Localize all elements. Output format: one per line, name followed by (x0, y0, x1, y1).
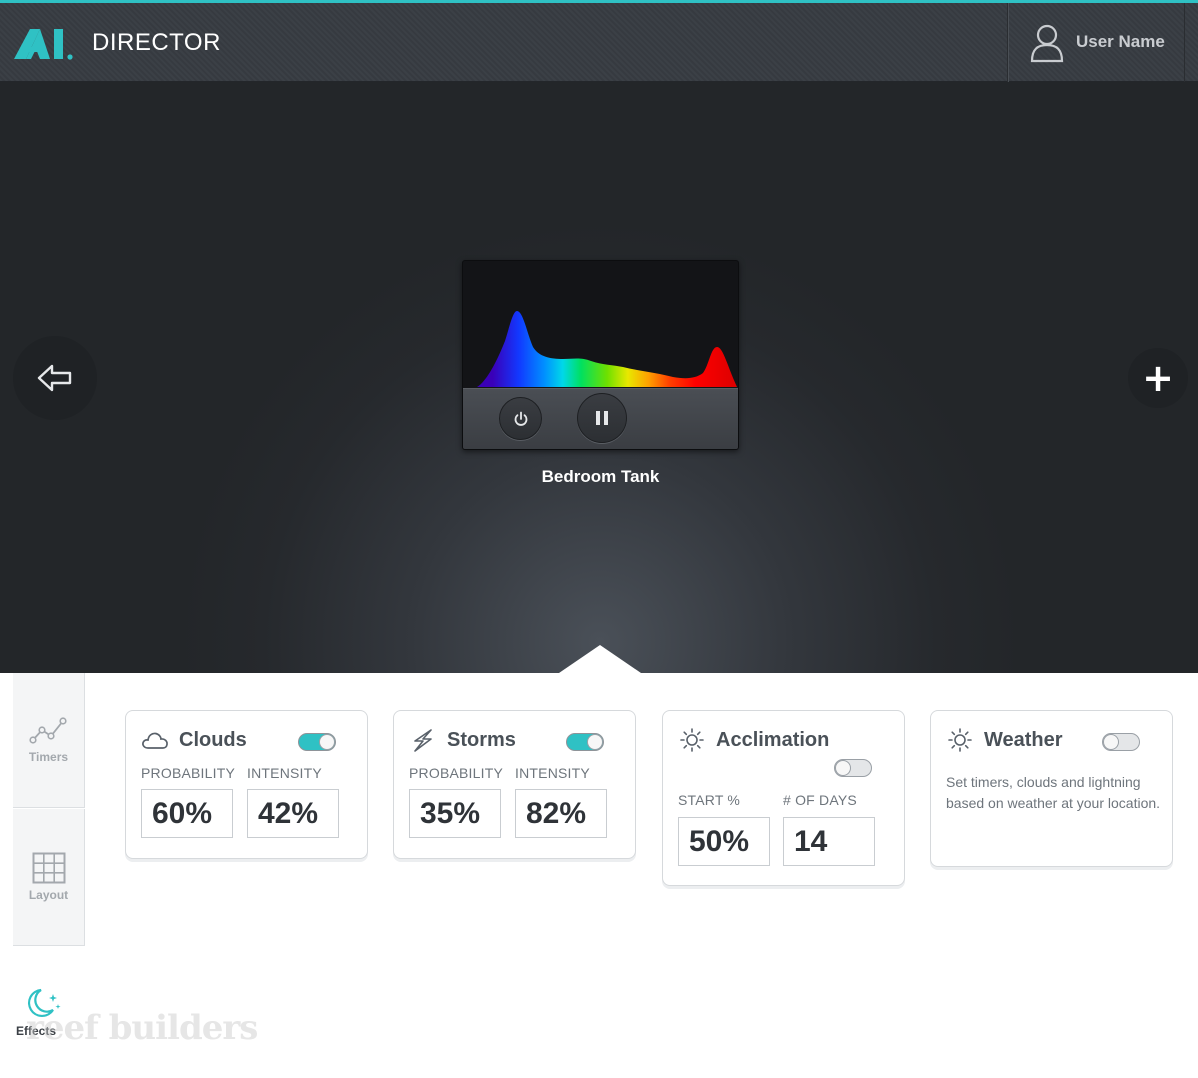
weather-description: Set timers, clouds and lightning based o… (946, 774, 1161, 811)
toggle-knob (319, 734, 335, 750)
toggle-knob (1103, 734, 1119, 750)
device-card[interactable] (462, 260, 739, 450)
previous-device-button[interactable] (13, 336, 97, 420)
probability-value[interactable]: 60% (141, 789, 233, 838)
plus-icon: + (1142, 356, 1174, 400)
chart-line-icon (28, 717, 67, 744)
card-title: Storms (447, 729, 516, 751)
user-icon (1030, 24, 1064, 63)
tab-layout[interactable]: Layout (13, 809, 85, 945)
app-header: DIRECTOR User Name (0, 0, 1198, 82)
start-percent-value[interactable]: 50% (678, 817, 770, 866)
device-name: Bedroom Tank (541, 467, 660, 486)
weather-toggle[interactable] (1102, 733, 1140, 751)
user-menu[interactable]: User Name (1007, 3, 1185, 82)
intensity-label: INTENSITY (247, 765, 322, 781)
probability-label: PROBABILITY (141, 765, 236, 781)
toggle-knob (587, 734, 603, 750)
device-stage: + Bedroom Tank (0, 82, 1198, 673)
days-value[interactable]: 14 (783, 817, 875, 866)
card-title: Clouds (179, 729, 247, 751)
device-controls (463, 388, 738, 449)
watermark: reef builders (26, 1008, 258, 1048)
panel-pointer (559, 645, 641, 673)
clouds-toggle[interactable] (298, 733, 336, 751)
days-label: # OF DAYS (783, 792, 857, 808)
weather-card: Weather Set timers, clouds and lightning… (930, 710, 1173, 867)
grid-icon (32, 852, 65, 884)
acclimation-card: Acclimation START % # OF DAYS 50% 14 (662, 710, 905, 886)
intensity-value[interactable]: 82% (515, 789, 607, 838)
start-percent-label: START % (678, 792, 741, 808)
power-icon (514, 411, 527, 426)
ai-logo-icon[interactable] (12, 23, 76, 63)
probability-value[interactable]: 35% (409, 789, 501, 838)
storms-card: Storms PROBABILITY INTENSITY 35% 82% (393, 710, 636, 859)
cloud-icon (142, 732, 168, 749)
acclimation-toggle[interactable] (834, 759, 872, 777)
sun-icon (680, 728, 704, 752)
sun-icon (948, 728, 972, 752)
toggle-knob (835, 760, 851, 776)
arrow-left-icon (37, 364, 72, 392)
probability-label: PROBABILITY (409, 765, 504, 781)
intensity-label: INTENSITY (515, 765, 590, 781)
spectrum-graph (477, 311, 737, 387)
card-title: Weather (984, 729, 1063, 751)
pause-icon (596, 411, 608, 425)
intensity-value[interactable]: 42% (247, 789, 339, 838)
tab-timers[interactable]: Timers (13, 673, 85, 808)
card-title: Acclimation (716, 729, 830, 751)
tab-label: Layout (28, 888, 69, 902)
app-title: DIRECTOR (92, 29, 221, 56)
pause-button[interactable] (577, 393, 627, 443)
tab-label: Timers (28, 750, 69, 764)
storms-toggle[interactable] (566, 733, 604, 751)
lightning-icon (414, 729, 432, 752)
clouds-card: Clouds PROBABILITY INTENSITY 60% 42% (125, 710, 368, 859)
user-name: User Name (1076, 32, 1165, 51)
power-button[interactable] (499, 397, 542, 440)
add-device-button[interactable]: + (1128, 348, 1188, 408)
